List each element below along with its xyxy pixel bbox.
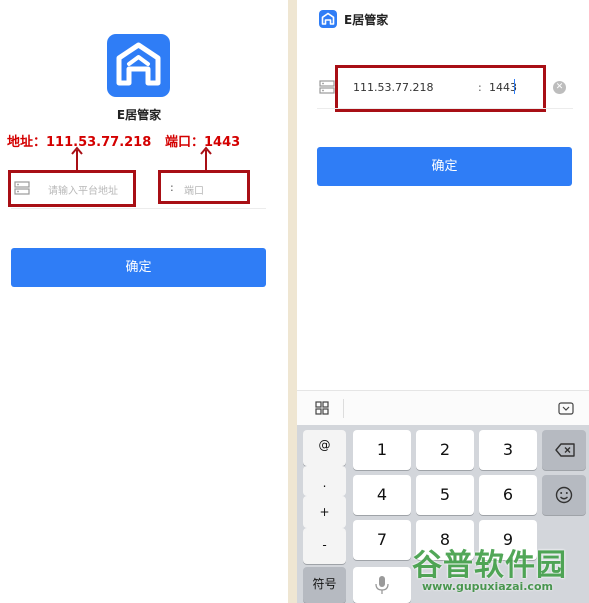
port-input[interactable]: 1443	[489, 81, 517, 94]
port-separator: :	[478, 81, 482, 94]
confirm-button[interactable]: 确定	[317, 147, 572, 186]
emoji-icon[interactable]	[542, 475, 586, 515]
text-caret	[514, 79, 515, 94]
clear-icon[interactable]: ✕	[553, 81, 566, 94]
input-divider	[317, 108, 573, 109]
key-dot[interactable]: .	[303, 466, 346, 496]
mic-icon	[375, 576, 389, 594]
key-at[interactable]: @	[303, 430, 346, 466]
keyboard-toolbar	[297, 390, 589, 425]
key-2[interactable]: 2	[416, 430, 474, 470]
address-input[interactable]: 111.53.77.218	[353, 81, 433, 94]
login-screen-right: E居管家 111.53.77.218 : 1443 ✕ 确定 @ . + - 1…	[297, 0, 589, 603]
server-icon	[319, 80, 335, 94]
backspace-icon[interactable]	[542, 430, 586, 470]
screenshot-composite: E居管家 地址：111.53.77.218 端口：1443 请输入平台地址 : …	[0, 0, 589, 603]
toolbar-divider	[343, 399, 344, 418]
address-arrow-icon	[71, 146, 83, 170]
key-5[interactable]: 5	[416, 475, 474, 515]
keyboard-hide-icon[interactable]	[558, 402, 574, 415]
app-logo-icon	[107, 34, 170, 97]
port-arrow-icon	[200, 146, 212, 170]
server-icon	[14, 181, 30, 195]
app-name: E居管家	[116, 108, 162, 122]
grid-icon[interactable]	[315, 401, 329, 415]
key-plus[interactable]: +	[303, 496, 346, 528]
space-key[interactable]	[353, 567, 411, 603]
key-4[interactable]: 4	[353, 475, 411, 515]
app-logo-small-icon	[319, 10, 337, 28]
header-title: E居管家	[344, 13, 389, 27]
symbol-switch-key[interactable]: 符号	[303, 567, 346, 603]
key-6[interactable]: 6	[479, 475, 537, 515]
watermark-url: www.gupuxiazai.com	[422, 580, 553, 593]
input-divider	[11, 208, 266, 209]
port-separator: :	[170, 181, 174, 194]
key-minus[interactable]: -	[303, 528, 346, 564]
login-screen-left: E居管家 地址：111.53.77.218 端口：1443 请输入平台地址 : …	[0, 0, 288, 603]
address-input[interactable]: 请输入平台地址	[48, 182, 118, 197]
watermark-text: 谷普软件园	[412, 548, 567, 583]
watermark: 谷普软件园 www.gupuxiazai.com	[412, 540, 584, 600]
key-1[interactable]: 1	[353, 430, 411, 470]
key-3[interactable]: 3	[479, 430, 537, 470]
key-7[interactable]: 7	[353, 520, 411, 560]
panel-separator	[288, 0, 297, 603]
port-input[interactable]: 端口	[184, 182, 204, 197]
confirm-button[interactable]: 确定	[11, 248, 266, 287]
